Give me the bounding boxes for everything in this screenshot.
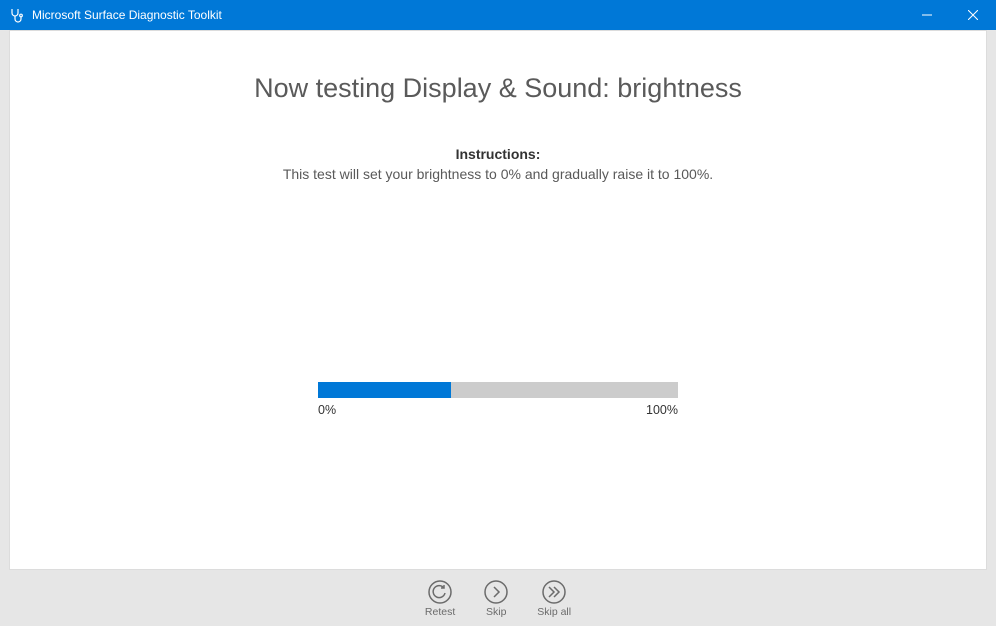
progress-fill	[318, 382, 451, 398]
instructions-block: Instructions: This test will set your br…	[283, 146, 713, 182]
skip-label: Skip	[486, 606, 506, 618]
instructions-text: This test will set your brightness to 0%…	[283, 166, 713, 182]
instructions-label: Instructions:	[283, 146, 713, 162]
retest-icon	[427, 579, 453, 605]
retest-label: Retest	[425, 606, 455, 618]
minimize-button[interactable]	[904, 0, 950, 30]
window-controls	[904, 0, 996, 30]
window-title: Microsoft Surface Diagnostic Toolkit	[32, 8, 222, 22]
progress-min-label: 0%	[318, 403, 336, 417]
titlebar: Microsoft Surface Diagnostic Toolkit	[0, 0, 996, 30]
skip-all-label: Skip all	[537, 606, 571, 618]
progress-labels: 0% 100%	[318, 403, 678, 417]
progress-max-label: 100%	[646, 403, 678, 417]
retest-button[interactable]: Retest	[425, 579, 455, 618]
progress-wrapper: 0% 100%	[318, 382, 678, 417]
page-heading: Now testing Display & Sound: brightness	[254, 73, 742, 104]
skip-all-button[interactable]: Skip all	[537, 579, 571, 618]
stethoscope-icon	[8, 7, 24, 23]
skip-all-icon	[541, 579, 567, 605]
content-area: Now testing Display & Sound: brightness …	[9, 30, 987, 570]
skip-icon	[483, 579, 509, 605]
bottom-bar: Retest Skip Skip all	[0, 570, 996, 626]
skip-button[interactable]: Skip	[483, 579, 509, 618]
close-button[interactable]	[950, 0, 996, 30]
progress-bar	[318, 382, 678, 398]
